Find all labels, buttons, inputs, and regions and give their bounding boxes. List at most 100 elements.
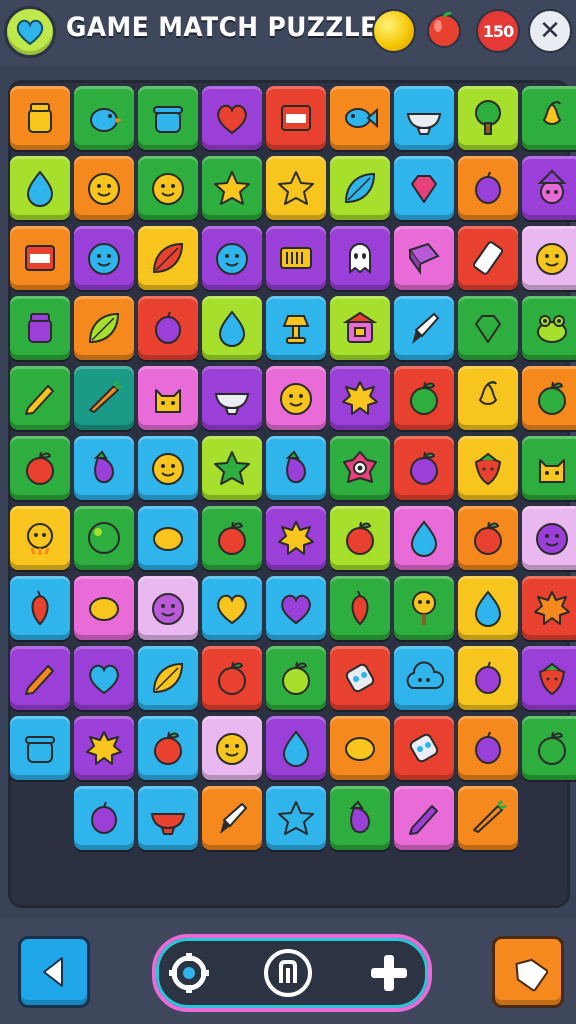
- puzzle-tile[interactable]: [138, 156, 198, 220]
- puzzle-tile[interactable]: [10, 576, 70, 640]
- puzzle-tile[interactable]: [266, 716, 326, 780]
- puzzle-tile[interactable]: [138, 716, 198, 780]
- add-button[interactable]: [364, 948, 414, 998]
- puzzle-tile[interactable]: [330, 786, 390, 850]
- puzzle-tile[interactable]: [458, 86, 518, 150]
- pause-button[interactable]: [263, 948, 313, 998]
- puzzle-tile[interactable]: [330, 86, 390, 150]
- puzzle-tile[interactable]: [74, 226, 134, 290]
- puzzle-tile[interactable]: [458, 156, 518, 220]
- target-button[interactable]: [164, 948, 214, 998]
- puzzle-tile[interactable]: [330, 366, 390, 430]
- puzzle-tile[interactable]: [10, 646, 70, 710]
- puzzle-tile[interactable]: [74, 786, 134, 850]
- puzzle-tile[interactable]: [202, 436, 262, 500]
- puzzle-tile[interactable]: [394, 786, 454, 850]
- puzzle-tile[interactable]: [522, 86, 576, 150]
- puzzle-tile[interactable]: [266, 646, 326, 710]
- puzzle-tile[interactable]: [138, 86, 198, 150]
- puzzle-tile[interactable]: [330, 436, 390, 500]
- puzzle-tile[interactable]: [202, 646, 262, 710]
- puzzle-tile[interactable]: [10, 436, 70, 500]
- puzzle-tile[interactable]: [202, 226, 262, 290]
- close-button[interactable]: ✕: [528, 9, 572, 53]
- puzzle-tile[interactable]: [10, 506, 70, 570]
- favorite-button[interactable]: [4, 6, 56, 58]
- back-button[interactable]: [18, 936, 90, 1008]
- puzzle-tile[interactable]: [10, 226, 70, 290]
- puzzle-tile[interactable]: [138, 576, 198, 640]
- puzzle-tile[interactable]: [522, 576, 576, 640]
- puzzle-tile[interactable]: [266, 576, 326, 640]
- puzzle-tile[interactable]: [74, 296, 134, 360]
- puzzle-tile[interactable]: [458, 646, 518, 710]
- puzzle-tile[interactable]: [74, 86, 134, 150]
- puzzle-tile[interactable]: [394, 576, 454, 640]
- puzzle-tile[interactable]: [10, 366, 70, 430]
- puzzle-tile[interactable]: [266, 506, 326, 570]
- puzzle-tile[interactable]: [458, 576, 518, 640]
- puzzle-tile[interactable]: [330, 296, 390, 360]
- puzzle-tile[interactable]: [394, 156, 454, 220]
- puzzle-tile[interactable]: [394, 716, 454, 780]
- puzzle-tile[interactable]: [266, 366, 326, 430]
- score-badge[interactable]: 150: [476, 9, 520, 53]
- puzzle-tile[interactable]: [522, 296, 576, 360]
- puzzle-tile[interactable]: [74, 156, 134, 220]
- puzzle-tile[interactable]: [10, 156, 70, 220]
- puzzle-tile[interactable]: [202, 716, 262, 780]
- puzzle-tile[interactable]: [330, 506, 390, 570]
- apple-badge-icon[interactable]: [424, 9, 464, 49]
- puzzle-tile[interactable]: [266, 156, 326, 220]
- puzzle-tile[interactable]: [522, 226, 576, 290]
- puzzle-tile[interactable]: [522, 646, 576, 710]
- puzzle-tile[interactable]: [522, 156, 576, 220]
- puzzle-tile[interactable]: [330, 156, 390, 220]
- puzzle-tile[interactable]: [10, 86, 70, 150]
- puzzle-tile[interactable]: [202, 156, 262, 220]
- puzzle-tile[interactable]: [330, 646, 390, 710]
- puzzle-tile[interactable]: [202, 86, 262, 150]
- puzzle-tile[interactable]: [394, 86, 454, 150]
- tag-button[interactable]: [492, 936, 564, 1008]
- puzzle-tile[interactable]: [458, 786, 518, 850]
- puzzle-tile[interactable]: [330, 716, 390, 780]
- puzzle-tile[interactable]: [74, 646, 134, 710]
- puzzle-tile[interactable]: [74, 506, 134, 570]
- puzzle-tile[interactable]: [138, 786, 198, 850]
- puzzle-tile[interactable]: [266, 786, 326, 850]
- puzzle-tile[interactable]: [458, 226, 518, 290]
- puzzle-tile[interactable]: [266, 86, 326, 150]
- puzzle-tile[interactable]: [522, 436, 576, 500]
- puzzle-tile[interactable]: [330, 576, 390, 640]
- puzzle-tile[interactable]: [138, 506, 198, 570]
- puzzle-tile[interactable]: [74, 576, 134, 640]
- puzzle-tile[interactable]: [458, 296, 518, 360]
- puzzle-tile[interactable]: [138, 296, 198, 360]
- puzzle-tile[interactable]: [10, 716, 70, 780]
- puzzle-tile[interactable]: [266, 296, 326, 360]
- puzzle-tile[interactable]: [266, 226, 326, 290]
- puzzle-tile[interactable]: [138, 646, 198, 710]
- puzzle-tile[interactable]: [522, 366, 576, 430]
- puzzle-tile[interactable]: [458, 506, 518, 570]
- puzzle-tile[interactable]: [10, 296, 70, 360]
- puzzle-tile[interactable]: [458, 366, 518, 430]
- puzzle-tile[interactable]: [330, 226, 390, 290]
- puzzle-tile[interactable]: [74, 436, 134, 500]
- puzzle-tile[interactable]: [394, 296, 454, 360]
- puzzle-tile[interactable]: [394, 226, 454, 290]
- puzzle-tile[interactable]: [458, 716, 518, 780]
- puzzle-tile[interactable]: [522, 506, 576, 570]
- puzzle-tile[interactable]: [74, 716, 134, 780]
- puzzle-tile[interactable]: [74, 366, 134, 430]
- puzzle-tile[interactable]: [138, 226, 198, 290]
- puzzle-tile[interactable]: [522, 716, 576, 780]
- puzzle-tile[interactable]: [138, 366, 198, 430]
- coin-icon[interactable]: [372, 9, 416, 53]
- puzzle-tile[interactable]: [202, 296, 262, 360]
- puzzle-tile[interactable]: [202, 576, 262, 640]
- puzzle-tile[interactable]: [266, 436, 326, 500]
- puzzle-tile[interactable]: [202, 506, 262, 570]
- puzzle-tile[interactable]: [138, 436, 198, 500]
